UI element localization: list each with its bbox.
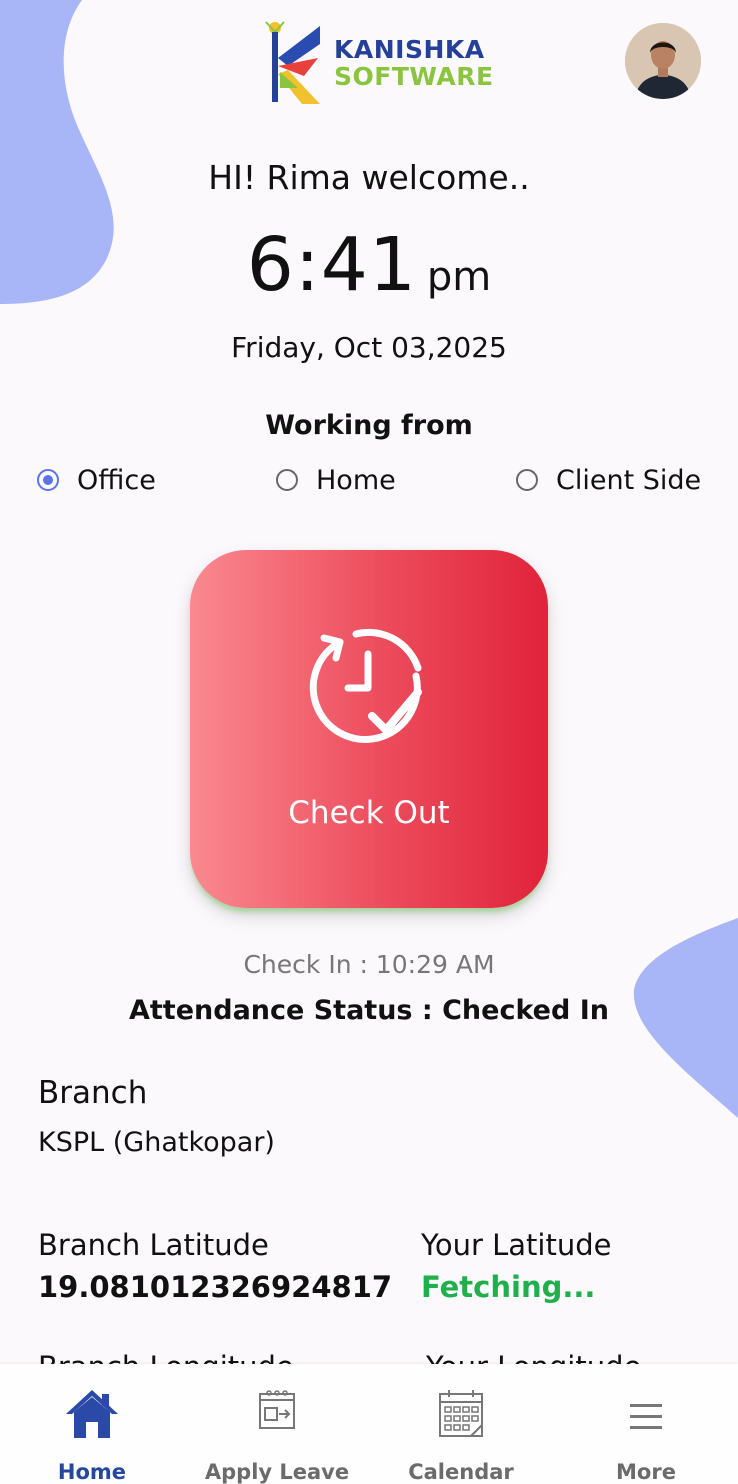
radio-client-side-label: Client Side xyxy=(556,464,702,496)
your-latitude-value: Fetching... xyxy=(421,1270,596,1304)
avatar[interactable] xyxy=(625,23,701,99)
working-from-options: Office Home Client Side xyxy=(0,460,738,500)
bottom-navigation: Home Apply Leave Calendar More xyxy=(0,1364,738,1484)
branch-value: KSPL (Ghatkopar) xyxy=(38,1127,275,1158)
nav-home[interactable]: Home xyxy=(12,1364,172,1484)
nav-more[interactable]: More xyxy=(566,1364,726,1484)
nav-calendar[interactable]: Calendar xyxy=(381,1364,541,1484)
leave-icon xyxy=(259,1390,295,1429)
check-out-button[interactable]: Check Out xyxy=(190,550,548,908)
time-ampm: pm xyxy=(426,254,492,300)
company-logo: KANISHKA SOFTWARE xyxy=(258,18,518,106)
branch-latitude-value: 19.081012326924817 xyxy=(38,1270,393,1304)
radio-home-label: Home xyxy=(316,464,396,496)
home-icon xyxy=(66,1390,118,1438)
greeting-text: HI! Rima welcome.. xyxy=(208,158,530,197)
current-time: 6:41 pm xyxy=(0,222,738,308)
current-date: Friday, Oct 03,2025 xyxy=(231,331,507,364)
radio-office-indicator[interactable] xyxy=(37,469,59,491)
calendar-icon xyxy=(439,1390,483,1437)
nav-apply-leave[interactable]: Apply Leave xyxy=(197,1364,357,1484)
radio-office[interactable]: Office xyxy=(37,460,156,500)
user-avatar-icon xyxy=(625,23,701,99)
logo-mark-icon xyxy=(265,21,320,104)
attendance-status: Attendance Status : Checked In xyxy=(129,995,609,1026)
radio-home[interactable]: Home xyxy=(276,460,396,500)
nav-home-label: Home xyxy=(57,1460,127,1484)
logo-wordmark: KANISHKA SOFTWARE xyxy=(334,36,494,90)
nav-more-label: More xyxy=(616,1460,676,1484)
radio-office-label: Office xyxy=(77,464,156,496)
app-header: KANISHKA SOFTWARE xyxy=(0,0,738,130)
branch-label: Branch xyxy=(38,1075,148,1111)
nav-apply-leave-label: Apply Leave xyxy=(204,1460,350,1484)
menu-icon xyxy=(630,1404,662,1429)
clock-check-icon xyxy=(309,628,422,743)
branch-latitude-label: Branch Latitude xyxy=(38,1228,269,1262)
time-value: 6:41 xyxy=(246,222,417,308)
check-out-label: Check Out xyxy=(288,795,450,831)
radio-client-side[interactable]: Client Side xyxy=(516,460,701,500)
radio-client-side-indicator[interactable] xyxy=(516,469,538,491)
check-in-time: Check In : 10:29 AM xyxy=(243,950,495,979)
logo-line-1: KANISHKA xyxy=(334,35,485,64)
radio-home-indicator[interactable] xyxy=(276,469,298,491)
working-from-label: Working from xyxy=(265,410,473,441)
logo-line-2: SOFTWARE xyxy=(334,62,494,91)
your-latitude-label: Your Latitude xyxy=(421,1228,612,1262)
nav-calendar-label: Calendar xyxy=(408,1460,514,1484)
